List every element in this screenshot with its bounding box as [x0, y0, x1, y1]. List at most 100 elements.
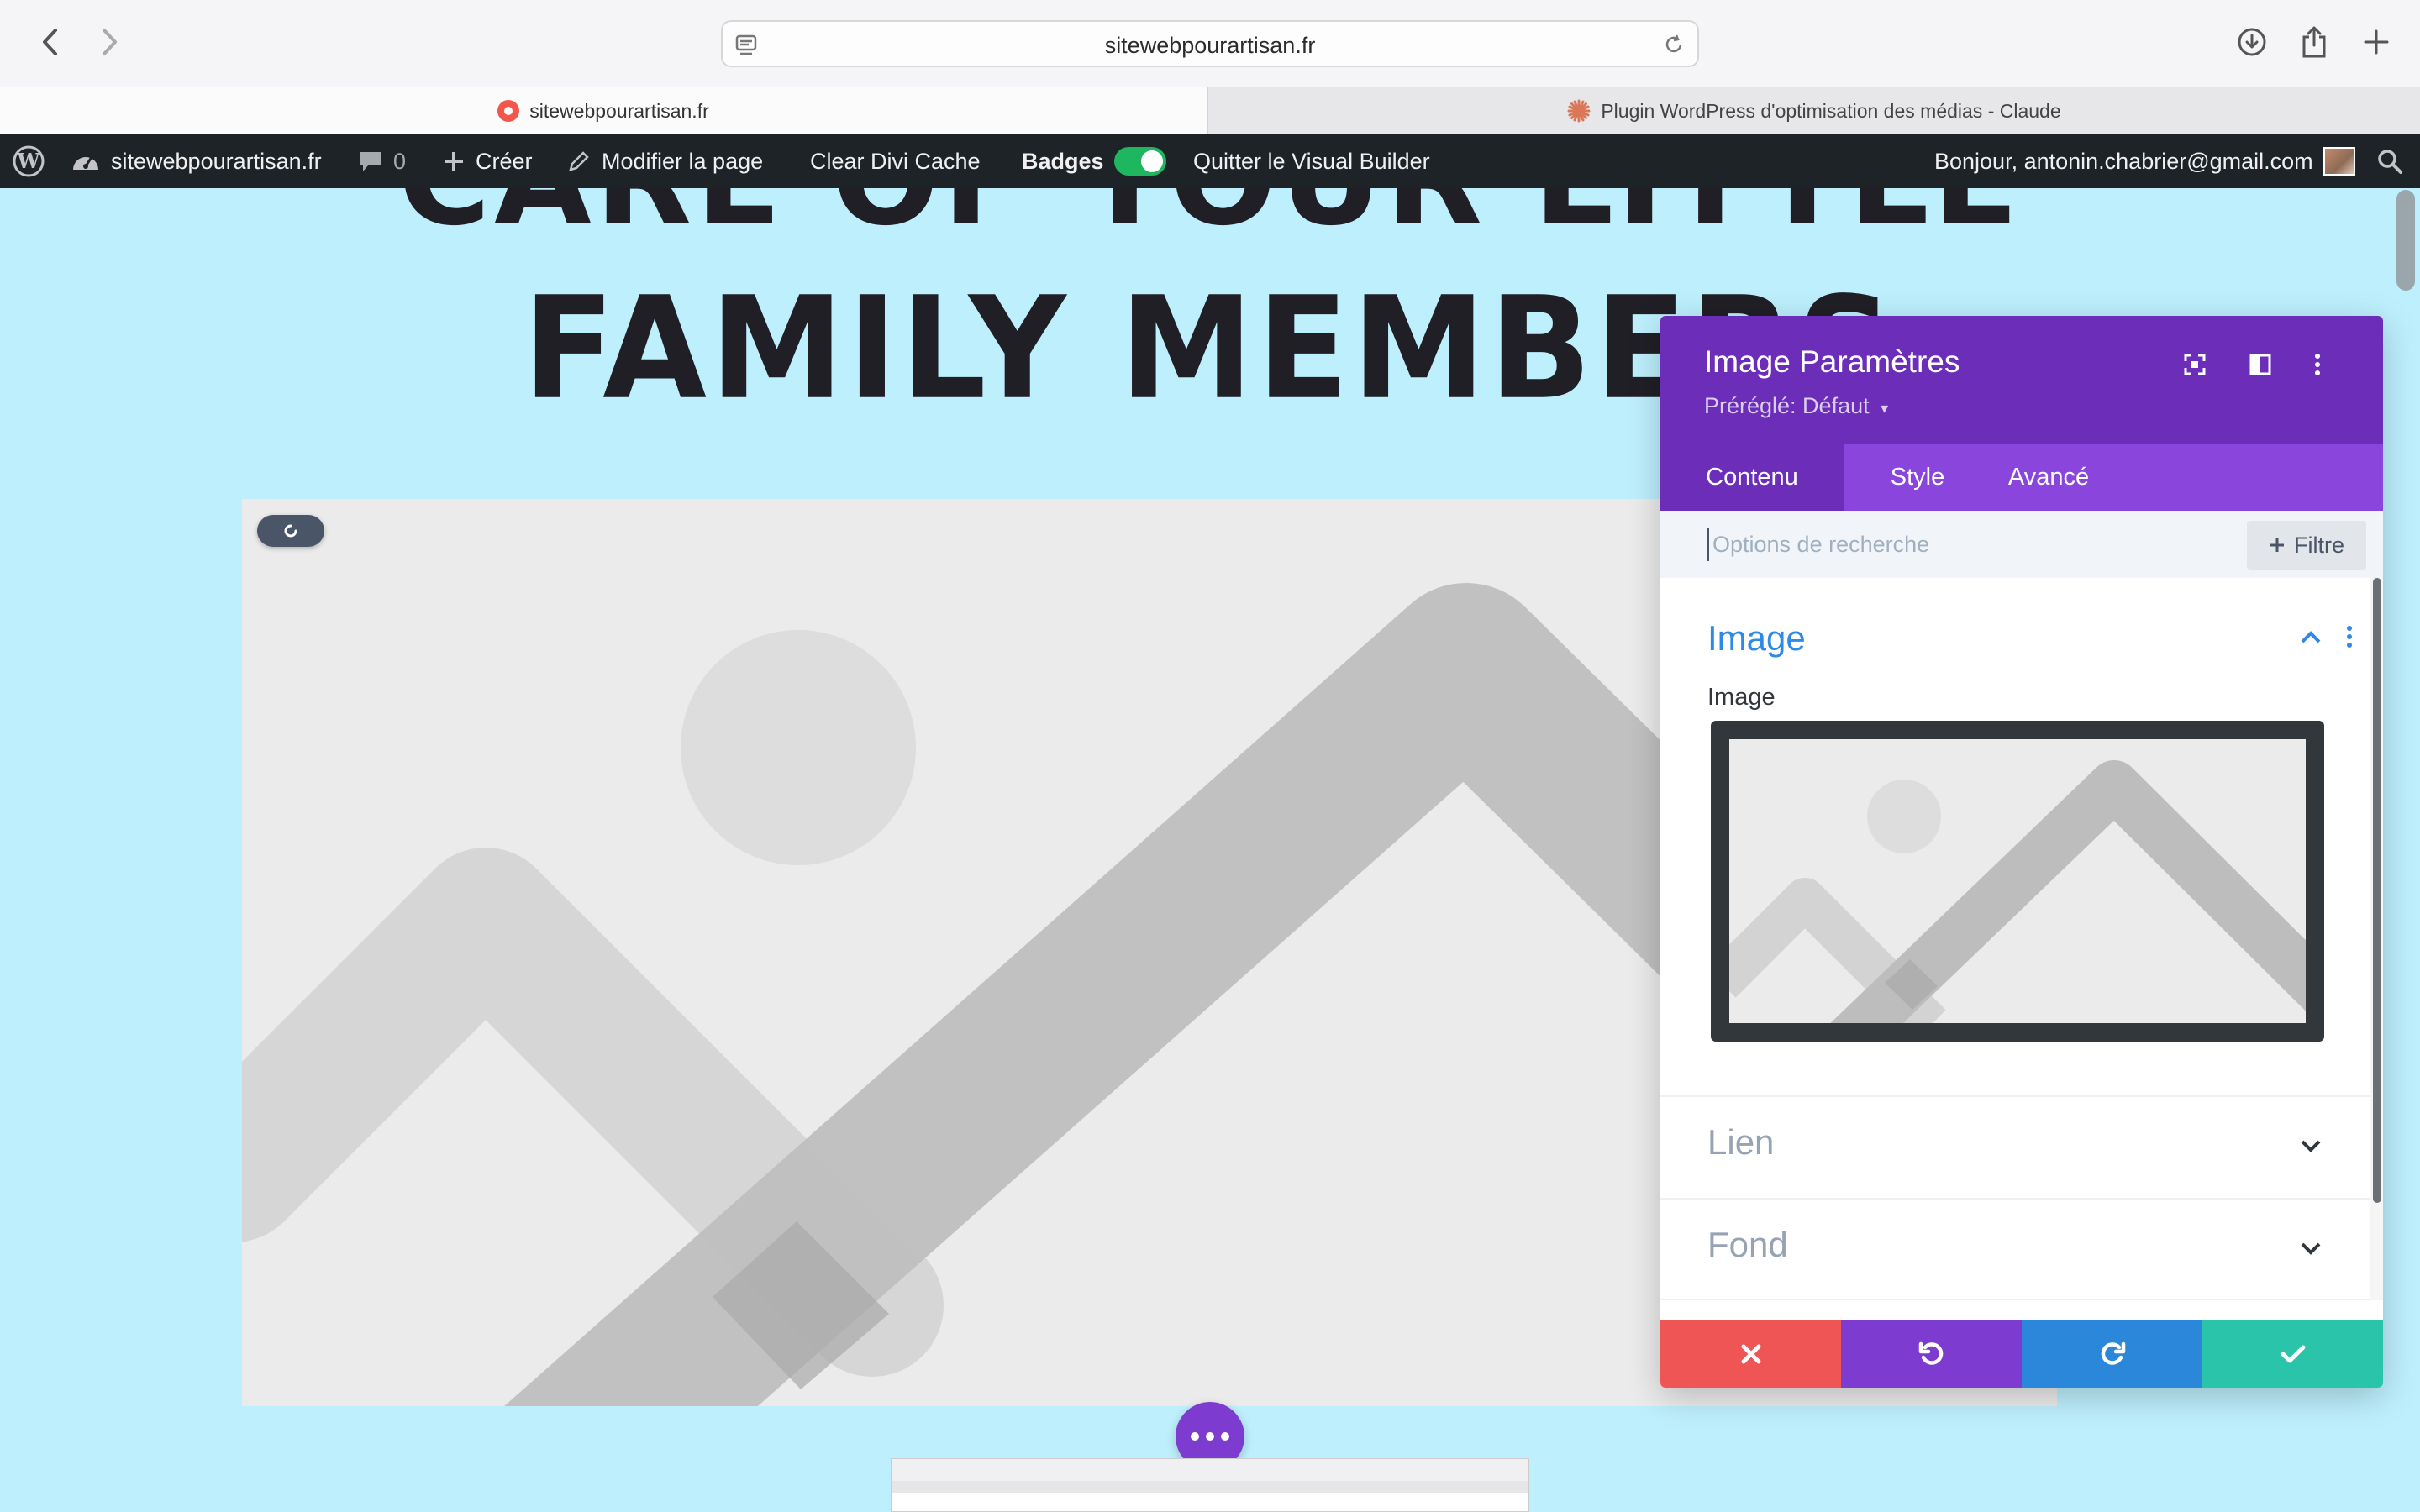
options-search-row: Filtre: [1660, 511, 2383, 578]
panel-body: Image Image Lien Fond: [1660, 578, 2383, 1300]
panel-scrollbar[interactable]: [2370, 578, 2383, 1300]
wp-admin-bar: W sitewebpourartisan.fr 0 Créer Modifier…: [0, 134, 2420, 188]
expand-fond-button[interactable]: [2296, 1233, 2326, 1263]
group-divider: [1660, 1095, 2370, 1097]
avatar: [2323, 147, 2355, 176]
badges-toggle-item[interactable]: Badges: [1022, 134, 1166, 188]
forward-button[interactable]: [87, 20, 131, 64]
dot-icon: [1221, 1432, 1229, 1441]
group-title-lien[interactable]: Lien: [1707, 1122, 1774, 1163]
redo-icon: [2101, 1341, 2125, 1365]
embedded-screenshot-thumbnail: [891, 1458, 1529, 1512]
filter-label: Filtre: [2294, 532, 2344, 558]
edit-page-label: Modifier la page: [602, 148, 764, 174]
group-divider: [1660, 1198, 2370, 1200]
group-title-image[interactable]: Image: [1707, 618, 1806, 659]
panel-action-bar: [1660, 1320, 2383, 1388]
tab-avance[interactable]: Avancé: [1991, 444, 2106, 511]
clear-cache-label: Clear Divi Cache: [810, 148, 981, 174]
fullscreen-button[interactable]: [2176, 346, 2213, 383]
edit-page-link[interactable]: Modifier la page: [566, 134, 763, 188]
hero-heading-line1-text: CARE OF YOUR LITTLE: [398, 188, 2022, 244]
save-button[interactable]: [2202, 1320, 2383, 1388]
sidebar-layout-icon: [2249, 354, 2271, 375]
tab-contenu[interactable]: Contenu: [1660, 444, 1844, 511]
address-bar[interactable]: sitewebpourartisan.fr: [721, 20, 1699, 67]
undo-button[interactable]: [1841, 1320, 2022, 1388]
comments-count: 0: [393, 148, 407, 174]
snap-sidebar-button[interactable]: [2242, 346, 2279, 383]
expand-icon: [2184, 354, 2206, 375]
plus-icon: [2364, 29, 2389, 55]
chevron-right-icon: [103, 29, 117, 55]
page-scrollbar[interactable]: [2396, 190, 2415, 291]
close-icon: [1741, 1344, 1760, 1364]
user-account-menu[interactable]: Bonjour, antonin.chabrier@gmail.com: [1934, 134, 2355, 188]
create-label: Créer: [476, 148, 533, 174]
new-tab-button[interactable]: [2356, 22, 2396, 62]
group-options-button[interactable]: [2341, 622, 2358, 652]
browser-toolbar: sitewebpourartisan.fr: [0, 0, 2420, 87]
comment-bubble-icon: [360, 152, 381, 171]
create-menu[interactable]: Créer: [442, 134, 533, 188]
wordpress-logo-button[interactable]: W: [12, 134, 45, 188]
panel-more-options-button[interactable]: [2299, 346, 2336, 383]
downloads-button[interactable]: [2232, 22, 2272, 62]
badges-toggle[interactable]: [1113, 147, 1166, 176]
spinner-icon: [284, 524, 297, 538]
url-text: sitewebpourartisan.fr: [1104, 33, 1316, 58]
chevron-left-icon: [43, 29, 57, 55]
discard-button[interactable]: [1660, 1320, 1841, 1388]
vertical-dots-icon: [2347, 626, 2352, 648]
tab-sitewebpourartisan[interactable]: sitewebpourartisan.fr: [0, 87, 1207, 134]
vertical-dots-icon: [2315, 354, 2320, 375]
exit-visual-builder-link[interactable]: Quitter le Visual Builder: [1193, 134, 1430, 188]
tab-bar: sitewebpourartisan.fr Plugin WordPress d…: [0, 87, 2420, 134]
expand-lien-button[interactable]: [2296, 1131, 2326, 1161]
group-title-fond[interactable]: Fond: [1707, 1225, 1788, 1265]
pencil-icon: [569, 151, 589, 171]
share-button[interactable]: [2294, 22, 2334, 62]
svg-text:W: W: [17, 149, 41, 173]
image-placeholder-icon: [1729, 739, 2306, 1023]
site-favicon-icon: [497, 100, 520, 122]
search-icon: [2378, 150, 2402, 174]
clear-divi-cache-link[interactable]: Clear Divi Cache: [810, 134, 981, 188]
badges-label: Badges: [1022, 148, 1104, 174]
caret-down-icon: ▾: [1881, 400, 1889, 417]
tab-title: sitewebpourartisan.fr: [529, 99, 709, 122]
exit-builder-label: Quitter le Visual Builder: [1193, 148, 1430, 174]
group-divider: [1660, 1299, 2370, 1300]
tab-claude[interactable]: Plugin WordPress d'optimisation des médi…: [1207, 87, 2420, 134]
preset-label: Préréglé: Défaut: [1704, 393, 1870, 418]
module-settings-panel: Image Paramètres Préréglé: Défaut ▾ Cont…: [1660, 316, 2383, 1388]
back-button[interactable]: [29, 20, 72, 64]
comments-link[interactable]: 0: [358, 134, 406, 188]
tab-title: Plugin WordPress d'optimisation des médi…: [1601, 99, 2061, 122]
download-icon: [2238, 28, 2266, 56]
reload-icon[interactable]: [1662, 33, 1686, 60]
plus-icon: [445, 152, 463, 171]
collapse-group-button[interactable]: [2296, 622, 2326, 652]
wordpress-logo-icon: W: [13, 145, 45, 177]
chevron-down-icon: [2301, 1242, 2321, 1255]
image-upload-preview[interactable]: [1711, 721, 2324, 1042]
filter-button[interactable]: Filtre: [2247, 521, 2366, 570]
panel-tabs: Contenu Style Avancé: [1660, 444, 2383, 511]
tab-style[interactable]: Style: [1844, 444, 1991, 511]
module-loading-indicator: [257, 515, 324, 547]
chevron-down-icon: [2301, 1140, 2321, 1152]
dot-icon: [1191, 1432, 1199, 1441]
options-search-input[interactable]: [1707, 528, 2212, 561]
preset-selector[interactable]: Préréglé: Défaut ▾: [1704, 393, 1888, 419]
image-preview-placeholder: [1729, 739, 2306, 1023]
hero-heading-line1: CARE OF YOUR LITTLE: [0, 188, 2420, 245]
dot-icon: [1206, 1432, 1214, 1441]
chevron-up-icon: [2301, 631, 2321, 643]
redo-button[interactable]: [2022, 1320, 2202, 1388]
site-name-menu[interactable]: sitewebpourartisan.fr: [71, 134, 322, 188]
undo-icon: [1918, 1341, 1943, 1365]
plus-icon: [2270, 538, 2284, 552]
admin-search-button[interactable]: [2376, 134, 2403, 188]
panel-header[interactable]: Image Paramètres Préréglé: Défaut ▾: [1660, 316, 2383, 444]
